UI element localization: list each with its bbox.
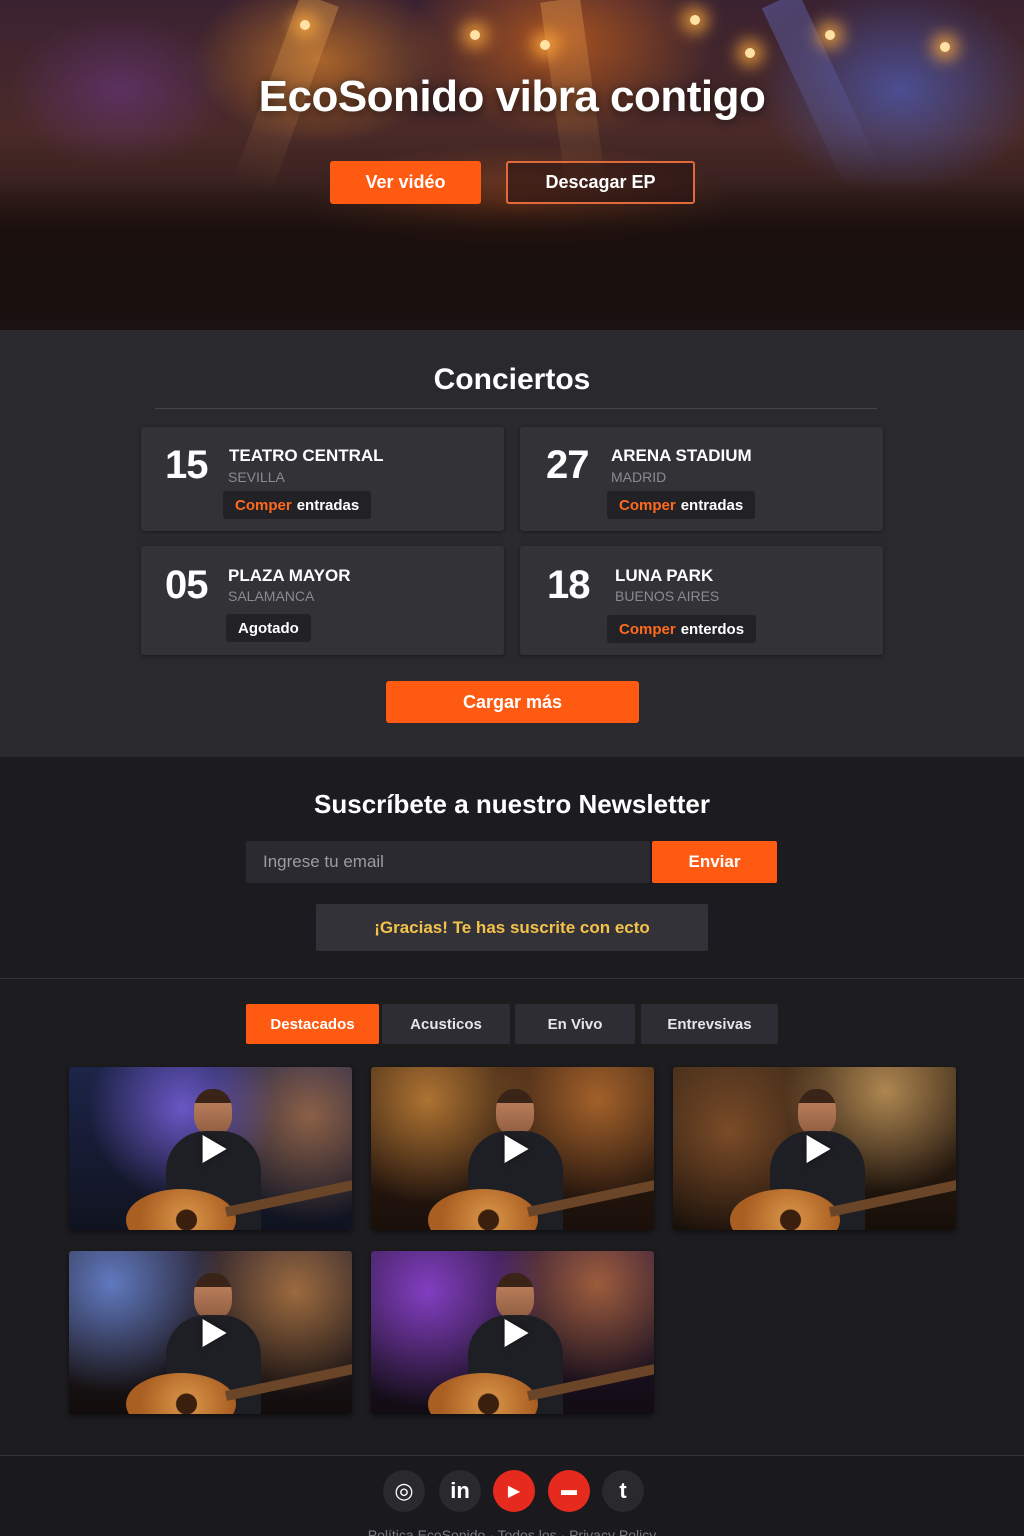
buy-tickets-button[interactable]: Comper enterdos: [607, 615, 757, 643]
footer: ◎ in ▶ ▬ t Política EcoSonido · Todos lo…: [0, 1455, 1024, 1536]
concert-venue: ARENA STADIUM: [611, 446, 752, 465]
instagram-icon[interactable]: ◎: [383, 1470, 425, 1512]
subscribe-success-message: ¡Gracias! Te has suscrite con ecto: [316, 904, 708, 951]
hero-banner: EcoSonido vibra contigo Ver vidéo Descag…: [0, 0, 1024, 330]
video-thumbnail[interactable]: [69, 1067, 352, 1230]
play-icon: [202, 1134, 227, 1163]
ticket-label-highlight: Comper: [235, 496, 292, 514]
video-thumbnail[interactable]: [371, 1067, 654, 1230]
stage-light: [470, 30, 480, 40]
stage-light: [300, 20, 310, 30]
send-button[interactable]: Enviar: [652, 841, 777, 883]
ticket-label-highlight: Comper: [619, 620, 676, 638]
concert-city: SEVILLA: [228, 469, 285, 485]
ticket-label-highlight: Comper: [619, 496, 676, 514]
concert-card: 27 ARENA STADIUM MADRID Comper entradas: [520, 427, 883, 531]
buy-tickets-button[interactable]: Comper entradas: [607, 491, 756, 519]
ticket-label: Agotado: [238, 619, 299, 637]
ticket-label: entradas: [296, 496, 360, 514]
youtube-icon[interactable]: ▶: [493, 1470, 535, 1512]
video-thumbnail[interactable]: [371, 1251, 654, 1414]
concert-venue: PLAZA MAYOR: [228, 566, 351, 585]
concert-card: 15 TEATRO CENTRAL SEVILLA Comper entrada…: [141, 427, 504, 531]
concert-card: 18 LUNA PARK BUENOS AIRES Comper enterdo…: [520, 546, 883, 655]
play-icon: [202, 1318, 227, 1347]
concert-day: 05: [165, 563, 208, 607]
newsletter-section: Suscríbete a nuestro Newsletter Enviar ¡…: [0, 757, 1024, 979]
concert-venue: LUNA PARK: [615, 566, 714, 585]
concerts-title: Conciertos: [433, 363, 591, 396]
buy-tickets-button[interactable]: Comper entradas: [223, 491, 372, 519]
tab-en-vivo[interactable]: En Vivo: [515, 1004, 635, 1044]
section-divider: [155, 408, 877, 409]
ticket-label: entradas: [680, 496, 744, 514]
stage-light: [940, 42, 950, 52]
tab-entrevistas[interactable]: Entrevsivas: [641, 1004, 778, 1044]
concert-venue: TEATRO CENTRAL: [229, 446, 384, 465]
stage-light: [825, 30, 835, 40]
play-icon: [504, 1318, 529, 1347]
play-icon: [504, 1134, 529, 1163]
stage-light: [690, 15, 700, 25]
stage-light: [745, 48, 755, 58]
hero-title: EcoSonido vibra contigo: [258, 72, 766, 121]
linkedin-icon[interactable]: in: [439, 1470, 481, 1512]
concert-day: 18: [547, 563, 590, 607]
video-thumbnail[interactable]: [69, 1251, 352, 1414]
sold-out-badge: Agotado: [226, 614, 311, 642]
concert-city: MADRID: [611, 469, 667, 485]
download-ep-button[interactable]: Descagar EP: [506, 161, 695, 204]
concerts-section: Conciertos 15 TEATRO CENTRAL SEVILLA Com…: [0, 330, 1024, 757]
newsletter-title: Suscríbete a nuestro Newsletter: [314, 789, 710, 819]
concert-card: 05 PLAZA MAYOR SALAMANCA Agotado: [141, 546, 504, 655]
ticket-label: enterdos: [680, 620, 745, 638]
footer-links[interactable]: Política EcoSonido · Todos los · Privacy…: [0, 1527, 1024, 1536]
video-thumbnail[interactable]: [673, 1067, 956, 1230]
concert-day: 15: [165, 443, 208, 487]
concert-city: SALAMANCA: [228, 588, 315, 604]
tumblr-icon[interactable]: t: [602, 1470, 644, 1512]
load-more-button[interactable]: Cargar más: [386, 681, 639, 723]
concert-city: BUENOS AIRES: [615, 588, 720, 604]
concert-day: 27: [546, 443, 589, 487]
email-input[interactable]: [246, 841, 650, 883]
stage-light: [540, 40, 550, 50]
video-icon[interactable]: ▬: [548, 1470, 590, 1512]
play-icon: [806, 1134, 831, 1163]
tab-destacados[interactable]: Destacados: [246, 1004, 379, 1044]
watch-video-button[interactable]: Ver vidéo: [330, 161, 481, 204]
tab-acusticos[interactable]: Acusticos: [382, 1004, 510, 1044]
